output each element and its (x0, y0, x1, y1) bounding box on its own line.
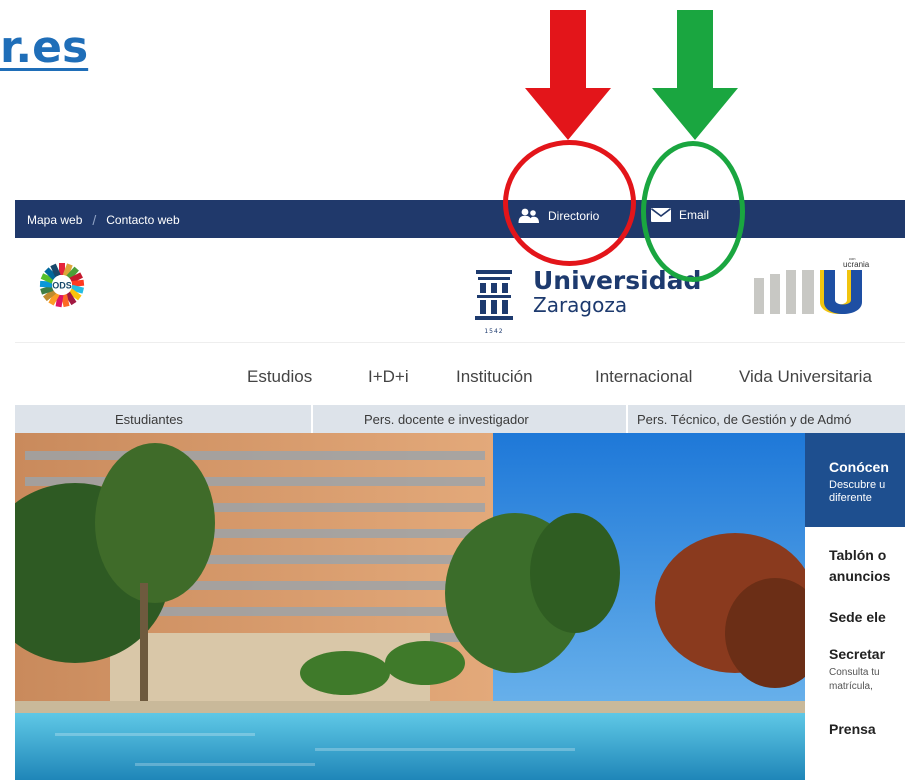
nav-internacional[interactable]: Internacional (595, 367, 692, 387)
hero-campus-photo (15, 433, 905, 780)
nav-vida-universitaria[interactable]: Vida Universitaria (739, 367, 872, 387)
nav-institucion[interactable]: Institución (456, 367, 533, 387)
utility-bar: Mapa web / Contacto web Directorio Email (15, 200, 905, 238)
audience-divider (626, 405, 628, 433)
conocenos-banner[interactable]: Conócen Descubre u diferente (805, 433, 905, 527)
secretaria-desc-2: matrícula, (829, 681, 873, 692)
utility-links: Mapa web / Contacto web (27, 212, 180, 228)
secretaria-desc-1: Consulta tu (829, 667, 880, 678)
university-city: Zaragoza (533, 293, 628, 317)
mapa-web-link[interactable]: Mapa web (27, 213, 82, 227)
main-navigation: Estudios I+D+i Institución Internacional… (15, 343, 905, 405)
sede-electronica-link[interactable]: Sede ele (829, 609, 886, 625)
domain-link[interactable]: r.es (0, 22, 88, 73)
ucrania-logo[interactable]: con ucrania (740, 256, 900, 316)
audience-pdi[interactable]: Pers. docente e investigador (364, 412, 529, 427)
conocenos-desc-2: diferente (829, 492, 872, 504)
tablon-anuncios-link-line1[interactable]: Tablón o (829, 547, 886, 563)
green-highlight-circle (641, 141, 745, 282)
breadcrumb-separator: / (92, 212, 97, 228)
audience-ptga[interactable]: Pers. Técnico, de Gestión y de Admó (637, 412, 851, 427)
tablon-anuncios-link-line2[interactable]: anuncios (829, 568, 890, 584)
ods-label: ODS (52, 281, 72, 291)
audience-estudiantes[interactable]: Estudiantes (115, 412, 183, 427)
audience-divider (311, 405, 313, 433)
red-highlight-circle (503, 140, 636, 266)
conocenos-title: Conócen (829, 459, 889, 475)
red-arrow-icon (525, 10, 611, 140)
nav-idi[interactable]: I+D+i (368, 367, 409, 387)
university-crest-icon: 1542 (475, 270, 513, 335)
conocenos-desc-1: Descubre u (829, 479, 886, 491)
audience-bar: Estudiantes Pers. docente e investigador… (15, 405, 905, 433)
quick-links-panel: Conócen Descubre u diferente Tablón o an… (805, 433, 905, 780)
site-header: ODS 1542 Universidad Zaragoza con ucrani… (15, 238, 905, 343)
green-arrow-icon (652, 10, 738, 140)
prensa-link[interactable]: Prensa (829, 721, 876, 737)
nav-estudios[interactable]: Estudios (247, 367, 312, 387)
secretaria-link[interactable]: Secretar (829, 646, 885, 662)
ucrania-label: ucrania (843, 260, 870, 269)
university-website: Mapa web / Contacto web Directorio Email (15, 200, 905, 780)
ods-sdg-wheel-icon[interactable]: ODS (39, 262, 85, 308)
contacto-web-link[interactable]: Contacto web (106, 213, 179, 227)
founding-year: 1542 (484, 328, 503, 335)
